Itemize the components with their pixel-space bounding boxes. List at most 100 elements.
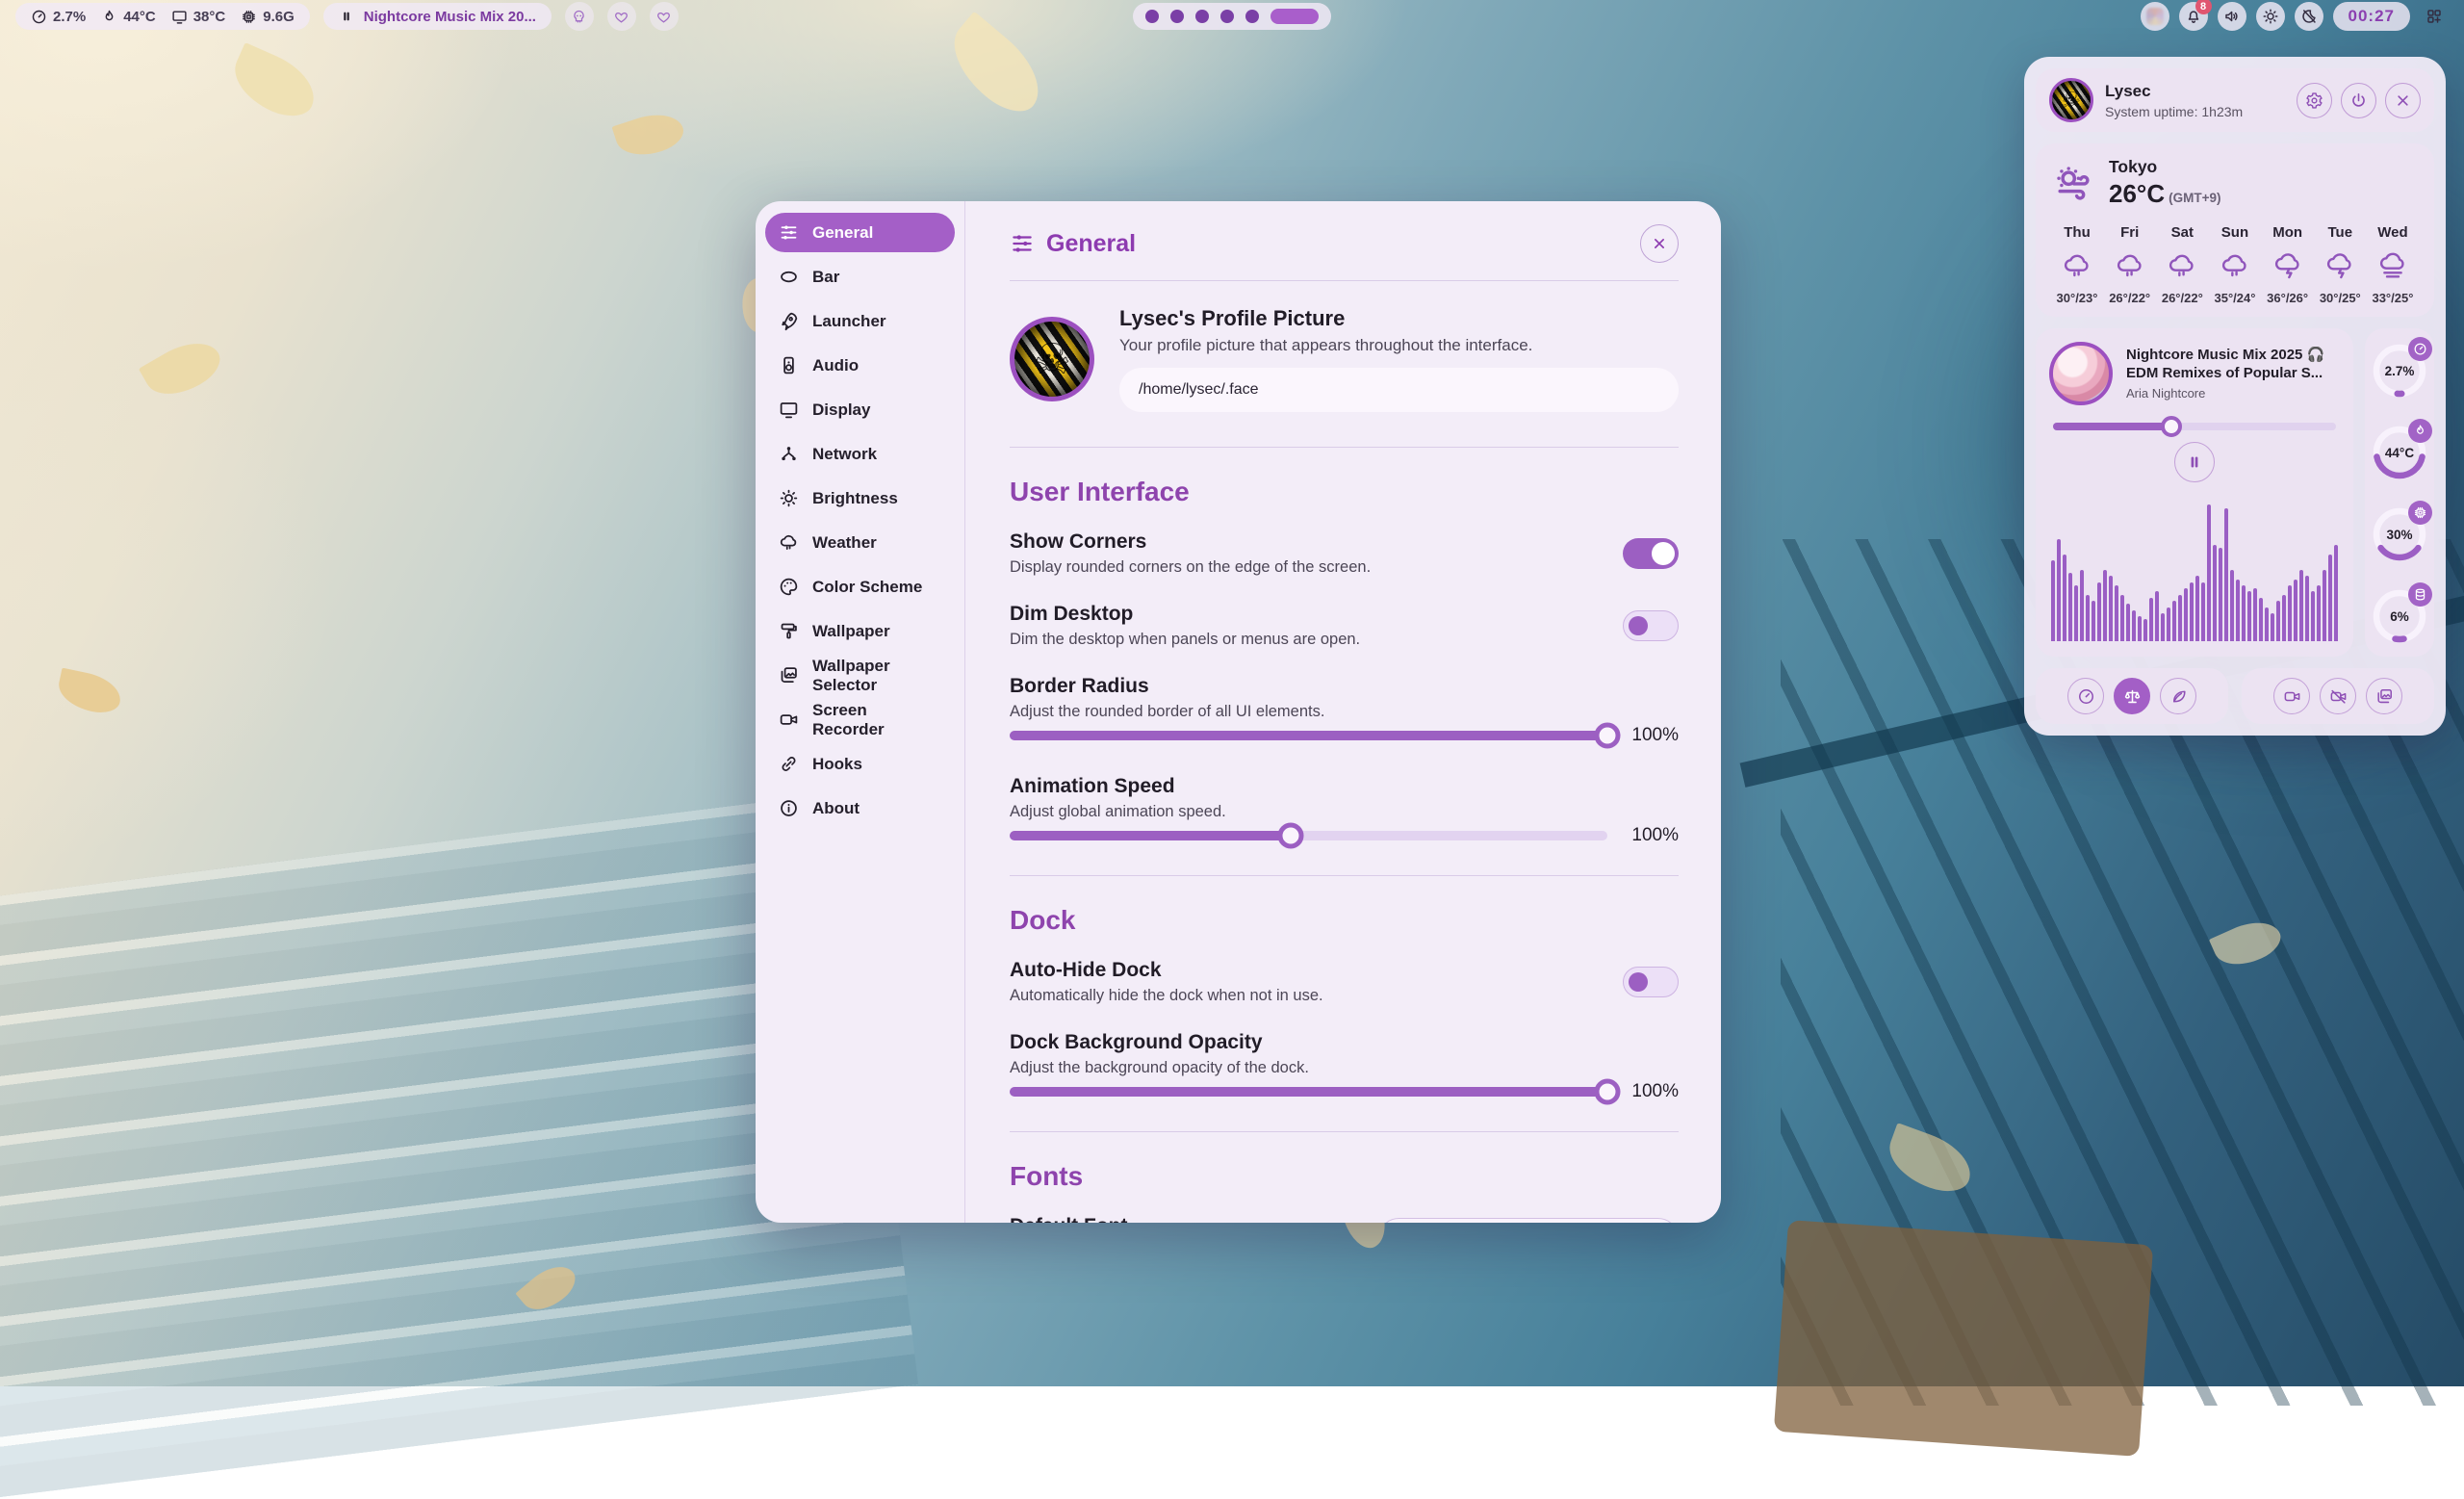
setting-label: Dim Desktop xyxy=(1010,603,1360,626)
forecast-day-mon: Mon 36°/26° xyxy=(2262,224,2314,305)
profile-balanced-button[interactable] xyxy=(2114,678,2150,714)
sidebar-item-bar[interactable]: Bar xyxy=(765,257,955,297)
border-radius-slider[interactable] xyxy=(1010,731,1607,740)
visualizer-bar xyxy=(2305,576,2309,641)
power-icon xyxy=(2349,91,2368,110)
workspace-dot[interactable] xyxy=(1145,10,1159,23)
sidebar-item-launcher[interactable]: Launcher xyxy=(765,301,955,341)
visualizer-bar xyxy=(2213,545,2217,641)
show-corners-toggle[interactable] xyxy=(1623,538,1679,569)
dock-background-opacity-slider[interactable] xyxy=(1010,1087,1607,1097)
slider-knob[interactable] xyxy=(2161,416,2182,437)
visualizer-bar xyxy=(2149,598,2153,641)
gauge-flame: 44°C xyxy=(2371,422,2428,481)
visualizer-bar xyxy=(2299,570,2303,641)
visualizer-bar xyxy=(2265,607,2269,641)
visualizer-bar xyxy=(2068,573,2072,641)
section-title: User Interface xyxy=(1010,477,1679,507)
cloud-bolt-icon xyxy=(2324,250,2355,281)
night-light-button[interactable] xyxy=(2295,2,2323,31)
slider-knob[interactable] xyxy=(1277,823,1303,849)
media-progress-slider[interactable] xyxy=(2053,423,2336,430)
sidebar-item-audio[interactable]: Audio xyxy=(765,346,955,385)
setting-row-animation-speed: Animation Speed Adjust global animation … xyxy=(1010,775,1679,821)
workspace-dot[interactable] xyxy=(1195,10,1209,23)
auto-hide-dock-toggle[interactable] xyxy=(1623,967,1679,997)
moon-off-icon xyxy=(2300,8,2318,25)
clock[interactable]: 00:27 xyxy=(2333,2,2410,31)
section-divider xyxy=(1010,875,1679,876)
page-title: General xyxy=(1046,230,1629,258)
heart-icon-button[interactable] xyxy=(607,2,636,31)
visualizer-bar xyxy=(2317,585,2321,641)
sidebar-item-hooks[interactable]: Hooks xyxy=(765,744,955,784)
sidebar-item-brightness[interactable]: Brightness xyxy=(765,478,955,518)
close-button[interactable] xyxy=(1640,224,1679,263)
setting-row-dock-background-opacity: Dock Background Opacity Adjust the backg… xyxy=(1010,1031,1679,1077)
user-name: Lysec xyxy=(2105,82,2243,101)
track-artist: Aria Nightcore xyxy=(2126,386,2340,401)
dashboard-toggle-button[interactable] xyxy=(2420,2,2449,31)
wallpaper-button[interactable] xyxy=(2366,678,2402,714)
setting-label: Dock Background Opacity xyxy=(1010,1031,1309,1054)
setting-label: Auto-Hide Dock xyxy=(1010,959,1323,982)
settings-button[interactable] xyxy=(2297,83,2332,118)
power-profile-group xyxy=(2036,668,2228,724)
wallpaper-leaf xyxy=(55,668,124,717)
workspace-indicator[interactable] xyxy=(1133,3,1331,30)
cam-off-icon xyxy=(2329,687,2348,706)
forecast-day-fri: Fri 26°/22° xyxy=(2104,224,2156,305)
profile-title: Lysec's Profile Picture xyxy=(1119,306,1679,331)
avatar: ☠ xyxy=(1010,317,1094,401)
screen-record-button[interactable] xyxy=(2273,678,2310,714)
visualizer-bar xyxy=(2184,588,2188,641)
visualizer-bar xyxy=(2259,598,2263,641)
profile-path-input[interactable] xyxy=(1119,368,1679,412)
profile-eco-button[interactable] xyxy=(2160,678,2196,714)
stat-chip-icon: 9.6G xyxy=(241,9,295,25)
notifications-button[interactable]: 8 xyxy=(2179,2,2208,31)
workspace-dot[interactable] xyxy=(1245,10,1259,23)
media-pill[interactable]: Nightcore Music Mix 20... xyxy=(323,3,552,30)
close-icon xyxy=(2394,91,2412,110)
skull-icon-button[interactable] xyxy=(565,2,594,31)
visualizer-bar xyxy=(2230,570,2234,641)
sidebar-item-color-scheme[interactable]: Color Scheme xyxy=(765,567,955,607)
sidebar-item-wallpaper[interactable]: Wallpaper xyxy=(765,611,955,651)
visualizer-bar xyxy=(2161,613,2165,641)
profile-powersave-button[interactable] xyxy=(2067,678,2104,714)
slider-knob[interactable] xyxy=(1595,1079,1621,1105)
setting-row-default-font: Default Font Main font used throughout t… xyxy=(1010,1215,1679,1223)
sidebar-item-network[interactable]: Network xyxy=(765,434,955,474)
pause-button[interactable] xyxy=(2174,442,2215,482)
sidebar-item-display[interactable]: Display xyxy=(765,390,955,429)
sidebar-item-screen-recorder[interactable]: Screen Recorder xyxy=(765,700,955,739)
sidebar-item-weather[interactable]: Weather xyxy=(765,523,955,562)
sidebar-item-general[interactable]: General xyxy=(765,213,955,252)
screenshot-button[interactable] xyxy=(2320,678,2356,714)
workspace-dot[interactable] xyxy=(1170,10,1184,23)
workspace-active-pill[interactable] xyxy=(1270,9,1319,24)
forecast-day-wed: Wed 33°/25° xyxy=(2367,224,2419,305)
slider-knob[interactable] xyxy=(1595,723,1621,749)
volume-button[interactable] xyxy=(2218,2,2246,31)
sun-wind-icon xyxy=(2051,161,2095,205)
dim-desktop-toggle[interactable] xyxy=(1623,610,1679,641)
animation-speed-slider[interactable] xyxy=(1010,831,1607,840)
power-button[interactable] xyxy=(2341,83,2376,118)
close-panel-button[interactable] xyxy=(2385,83,2421,118)
info-icon xyxy=(779,798,799,818)
gauge-disk: 6% xyxy=(2371,585,2428,645)
sidebar-item-wallpaper-selector[interactable]: Wallpaper Selector xyxy=(765,656,955,695)
speaker-icon xyxy=(779,355,799,375)
brightness-button[interactable] xyxy=(2256,2,2285,31)
tray-app-icon[interactable] xyxy=(2141,2,2169,31)
visualizer-bar xyxy=(2172,601,2176,641)
scales-icon xyxy=(2123,687,2142,706)
default-font-dropdown[interactable]: Roboto xyxy=(1378,1218,1679,1224)
heart-icon-button[interactable] xyxy=(650,2,679,31)
visualizer-bar xyxy=(2288,585,2292,641)
slider-value: 100% xyxy=(1625,725,1679,746)
workspace-dot[interactable] xyxy=(1220,10,1234,23)
sidebar-item-about[interactable]: About xyxy=(765,788,955,828)
